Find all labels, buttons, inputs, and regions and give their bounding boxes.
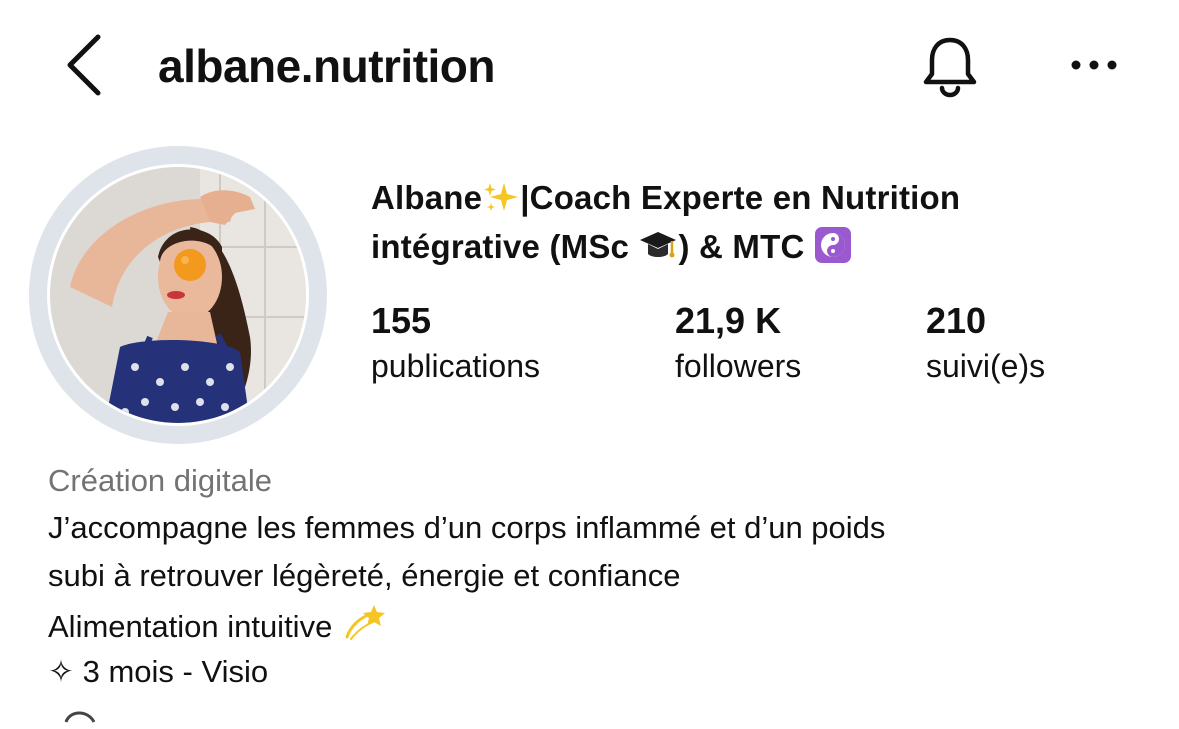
notifications-button[interactable] [914, 30, 986, 102]
bio-line: J’accompagne les femmes d’un corps infla… [48, 510, 886, 545]
profile-category: Création digitale [48, 463, 273, 498]
following-label: suivi(e)s [926, 348, 1046, 384]
display-name-part3: intégrative (MSc [371, 228, 639, 265]
more-horizontal-icon [1071, 60, 1117, 70]
sparkles-icon [482, 181, 520, 225]
graduation-cap-icon [638, 228, 678, 274]
link-icon [60, 704, 100, 724]
bio-line: subi à retrouver légèreté, énergie et co… [48, 558, 681, 593]
avatar-ring [29, 146, 327, 444]
more-options-button[interactable] [1066, 50, 1122, 80]
followers-label: followers [675, 348, 802, 384]
bio-line: ✧ 3 mois - Visio [48, 651, 268, 693]
followers-count: 21,9 K [675, 300, 782, 341]
avatar-photo [50, 167, 306, 423]
display-name-part1: Albane [371, 179, 483, 216]
following-count: 210 [926, 300, 987, 341]
yin-yang-icon [814, 226, 852, 274]
following-count-button[interactable]: 210 suivi(e)s [926, 298, 1045, 388]
posts-label: publications [371, 348, 540, 384]
bio-line-text: Alimentation intuitive [48, 609, 333, 644]
profile-display-name: Albane |Coach Experte en Nutrition intégr… [371, 176, 1071, 274]
sparkle-outline-icon: ✧ [48, 654, 74, 689]
followers-count-button[interactable]: 21,9 K followers [675, 298, 801, 388]
dizzy-star-icon [341, 603, 387, 654]
bell-icon [923, 37, 977, 98]
avatar[interactable] [50, 167, 306, 423]
display-name-part2: |Coach Experte en Nutrition [520, 179, 961, 216]
bio-line: Alimentation intuitive [48, 603, 387, 654]
posts-count-button[interactable]: 155 publications [371, 298, 540, 388]
display-name-part4: ) & MTC [678, 228, 814, 265]
bio-line-text: 3 mois - Visio [82, 654, 269, 689]
chevron-left-icon [67, 34, 101, 96]
profile-username: albane.nutrition [158, 40, 496, 92]
back-button[interactable] [60, 32, 110, 98]
posts-count: 155 [371, 300, 432, 341]
